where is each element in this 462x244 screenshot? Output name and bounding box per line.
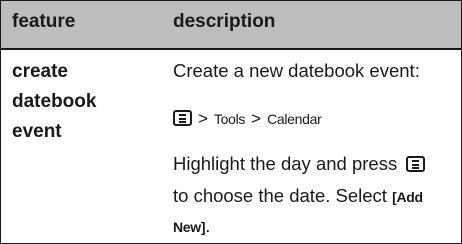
menu-key-icon [406,156,426,172]
description-line-3: Highlight the day and press [173,153,426,175]
path-tools: Tools [213,111,246,127]
menu-key-icon [173,110,192,126]
feature-word-2: datebook [12,91,97,112]
path-calendar: Calendar [267,111,322,127]
path-separator: > [251,109,262,128]
highlight-text: Highlight the day and press [173,153,398,174]
feature-word-3: event [12,121,62,142]
add-new-close: New] [173,219,206,235]
path-separator: > [198,109,208,128]
choose-date-text: to choose the date. Select [173,185,387,206]
feature-word-1: create [12,61,68,82]
table-header: feature description [1,1,461,48]
period: . [205,215,211,236]
header-description: description [173,11,276,32]
description-line-4: to choose the date. Select [Add [173,185,423,207]
description-line-5: New]. [173,215,210,237]
feature-cell: create datebook event [12,57,152,147]
add-new-open: [Add [392,189,423,205]
menu-path: > Tools > Calendar [173,107,322,129]
feature-table: feature description create datebook even… [0,0,462,244]
description-intro: Create a new datebook event: [173,60,420,81]
header-divider [1,48,461,50]
header-feature: feature [12,11,76,32]
